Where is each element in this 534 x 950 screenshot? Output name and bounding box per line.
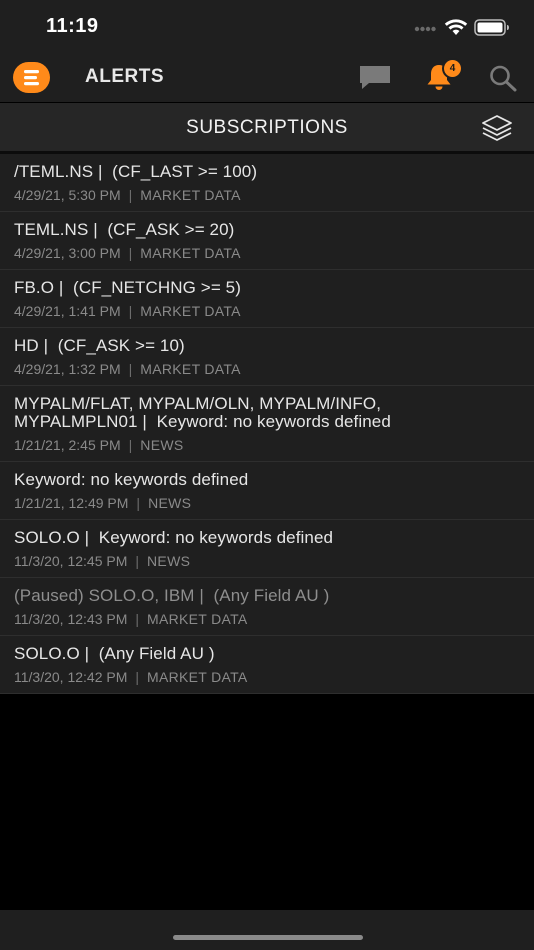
subscription-date: 1/21/21, 12:49 PM: [14, 495, 129, 511]
meta-separator: |: [128, 437, 133, 453]
subscription-date: 4/29/21, 3:00 PM: [14, 245, 121, 261]
search-icon[interactable]: [488, 64, 518, 92]
subscription-item[interactable]: SOLO.O | (Any Field AU ) 11/3/20, 12:42 …: [0, 636, 534, 694]
subscription-item[interactable]: MYPALM/FLAT, MYPALM/OLN, MYPALM/INFO, MY…: [0, 386, 534, 462]
app-header: ALERTS 4: [0, 52, 534, 102]
subscription-type: MARKET DATA: [140, 303, 241, 319]
subscription-item[interactable]: Keyword: no keywords defined 1/21/21, 12…: [0, 462, 534, 520]
subscription-meta: 4/29/21, 5:30 PM | MARKET DATA: [14, 187, 520, 203]
subscription-type: MARKET DATA: [140, 361, 241, 377]
status-bar: 11:19: [0, 0, 534, 52]
subscription-type: MARKET DATA: [147, 669, 248, 685]
subscription-item-paused[interactable]: (Paused) SOLO.O, IBM | (Any Field AU ) 1…: [0, 578, 534, 636]
subscription-type: MARKET DATA: [140, 187, 241, 203]
subscription-type: MARKET DATA: [147, 611, 248, 627]
subscription-title: HD | (CF_ASK >= 10): [14, 336, 185, 355]
meta-separator: |: [135, 611, 140, 627]
subscription-title: Keyword: no keywords defined: [14, 470, 249, 489]
battery-icon: [474, 19, 509, 36]
home-bar-area: [0, 910, 534, 950]
subscription-item[interactable]: /TEML.NS | (CF_LAST >= 100) 4/29/21, 5:3…: [0, 154, 534, 212]
subscription-title: /TEML.NS | (CF_LAST >= 100): [14, 162, 258, 181]
wifi-icon: [444, 19, 468, 35]
meta-separator: |: [128, 361, 133, 377]
menu-logo-button[interactable]: [13, 62, 50, 93]
subscription-title: SOLO.O | (Any Field AU ): [14, 644, 215, 663]
notifications-button[interactable]: 4: [424, 60, 461, 94]
meta-separator: |: [135, 553, 140, 569]
subscription-type: MARKET DATA: [140, 245, 241, 261]
subscription-item[interactable]: FB.O | (CF_NETCHNG >= 5) 4/29/21, 1:41 P…: [0, 270, 534, 328]
subscription-meta: 4/29/21, 3:00 PM | MARKET DATA: [14, 245, 520, 261]
subscription-date: 4/29/21, 1:32 PM: [14, 361, 121, 377]
subscription-item[interactable]: SOLO.O | Keyword: no keywords defined 11…: [0, 520, 534, 578]
signal-dots-icon: [414, 26, 436, 32]
subscription-title: (Paused) SOLO.O, IBM | (Any Field AU ): [14, 586, 330, 605]
subscription-date: 1/21/21, 2:45 PM: [14, 437, 121, 453]
status-time: 11:19: [46, 15, 99, 37]
subscription-title: SOLO.O | Keyword: no keywords defined: [14, 528, 334, 547]
subscription-type: NEWS: [140, 437, 184, 453]
subscription-item[interactable]: HD | (CF_ASK >= 10) 4/29/21, 1:32 PM | MAR…: [0, 328, 534, 386]
layers-icon[interactable]: [481, 114, 513, 142]
subscription-date: 11/3/20, 12:45 PM: [14, 553, 128, 569]
subscription-type: NEWS: [147, 553, 191, 569]
subscription-date: 4/29/21, 1:41 PM: [14, 303, 121, 319]
subscription-meta: 4/29/21, 1:41 PM | MARKET DATA: [14, 303, 520, 319]
subscriptions-list: /TEML.NS | (CF_LAST >= 100) 4/29/21, 5:3…: [0, 154, 534, 694]
meta-separator: |: [128, 245, 133, 261]
subscription-title: TEML.NS | (CF_ASK >= 20): [14, 220, 235, 239]
subscription-meta: 1/21/21, 12:49 PM | NEWS: [14, 495, 520, 511]
subscription-date: 11/3/20, 12:42 PM: [14, 669, 128, 685]
menu-logo-icon: [24, 70, 39, 86]
subscriptions-title: SUBSCRIPTIONS: [186, 117, 348, 138]
subscription-meta: 4/29/21, 1:32 PM | MARKET DATA: [14, 361, 520, 377]
subscription-meta: 11/3/20, 12:43 PM | MARKET DATA: [14, 611, 520, 627]
meta-separator: |: [128, 187, 133, 203]
subscription-date: 4/29/21, 5:30 PM: [14, 187, 121, 203]
subscription-title: MYPALM/FLAT, MYPALM/OLN, MYPALM/INFO, MY…: [14, 394, 391, 431]
subscription-item[interactable]: TEML.NS | (CF_ASK >= 20) 4/29/21, 3:00 P…: [0, 212, 534, 270]
subscription-type: NEWS: [148, 495, 192, 511]
meta-separator: |: [136, 495, 141, 511]
subscription-meta: 1/21/21, 2:45 PM | NEWS: [14, 437, 520, 453]
subscription-title: FB.O | (CF_NETCHNG >= 5): [14, 278, 242, 297]
page-title: ALERTS: [85, 66, 164, 87]
meta-separator: |: [135, 669, 140, 685]
subscription-date: 11/3/20, 12:43 PM: [14, 611, 128, 627]
chat-icon[interactable]: [358, 64, 392, 92]
meta-separator: |: [128, 303, 133, 319]
subscription-meta: 11/3/20, 12:45 PM | NEWS: [14, 553, 520, 569]
subscription-meta: 11/3/20, 12:42 PM | MARKET DATA: [14, 669, 520, 685]
subscriptions-bar: SUBSCRIPTIONS: [0, 103, 534, 154]
notification-count-badge: 4: [444, 60, 461, 77]
home-indicator[interactable]: [173, 935, 363, 940]
